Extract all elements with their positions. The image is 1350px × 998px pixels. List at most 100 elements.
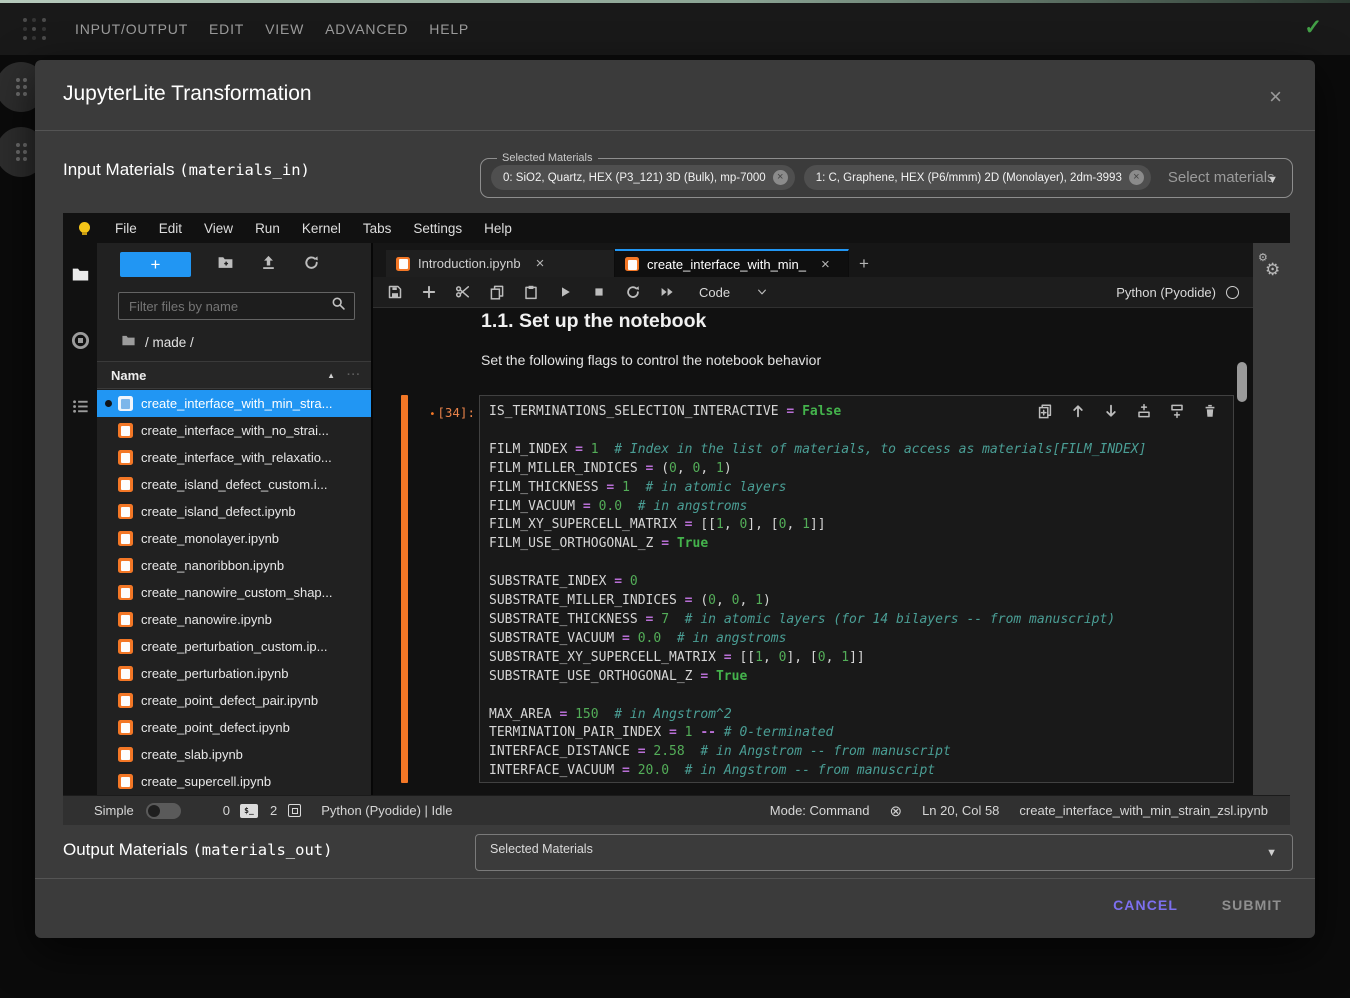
notebook-scrollbar[interactable] bbox=[1236, 310, 1248, 793]
scrollbar-thumb[interactable] bbox=[1237, 362, 1247, 402]
material-chip[interactable]: 0: SiO2, Quartz, HEX (P3_121) 3D (Bulk),… bbox=[491, 165, 795, 190]
menu-item[interactable]: File bbox=[104, 221, 148, 236]
menu-item[interactable]: Settings bbox=[402, 221, 473, 236]
app-logo-icon[interactable] bbox=[22, 17, 47, 42]
file-name: create_interface_with_min_stra... bbox=[141, 396, 332, 411]
file-browser-icon[interactable] bbox=[71, 265, 90, 289]
new-launcher-button[interactable]: + bbox=[120, 252, 191, 277]
dialog-close-icon[interactable]: × bbox=[1269, 86, 1282, 108]
menu-item[interactable]: ADVANCED bbox=[325, 21, 408, 37]
insert-cell-above-icon[interactable] bbox=[1136, 403, 1152, 419]
input-materials-label: Input Materials (materials_in) bbox=[63, 160, 310, 180]
file-list-item[interactable]: create_perturbation.ipynb bbox=[97, 660, 371, 687]
file-list-item[interactable]: create_interface_with_relaxatio... bbox=[97, 444, 371, 471]
file-list-item[interactable]: create_nanowire.ipynb bbox=[97, 606, 371, 633]
file-list-item[interactable]: create_nanoribbon.ipynb bbox=[97, 552, 371, 579]
file-list-item[interactable]: create_supercell.ipynb bbox=[97, 768, 371, 795]
stop-icon[interactable] bbox=[591, 284, 607, 300]
file-list-item[interactable]: create_slab.ipynb bbox=[97, 741, 371, 768]
run-icon[interactable] bbox=[557, 284, 573, 300]
file-list-item[interactable]: create_nanowire_custom_shap... bbox=[97, 579, 371, 606]
filter-files-text-input[interactable] bbox=[127, 298, 307, 315]
menu-item[interactable]: EDIT bbox=[209, 21, 244, 37]
duplicate-cell-icon[interactable] bbox=[1037, 403, 1053, 419]
kernels-count[interactable]: 2 bbox=[270, 803, 277, 818]
restart-kernel-icon[interactable] bbox=[625, 284, 641, 300]
dialog-title: JupyterLite Transformation bbox=[63, 82, 312, 106]
file-list-item[interactable]: create_monolayer.ipynb bbox=[97, 525, 371, 552]
menu-item[interactable]: View bbox=[193, 221, 244, 236]
file-list-item[interactable]: create_interface_with_no_strai... bbox=[97, 417, 371, 444]
move-cell-down-icon[interactable] bbox=[1103, 403, 1119, 419]
file-list-item[interactable]: create_perturbation_custom.ip... bbox=[97, 633, 371, 660]
save-icon[interactable] bbox=[387, 284, 403, 300]
input-materials-var: (materials_in) bbox=[179, 161, 310, 179]
selected-materials-field[interactable]: Selected Materials 0: SiO2, Quartz, HEX … bbox=[480, 152, 1293, 198]
move-cell-up-icon[interactable] bbox=[1070, 403, 1086, 419]
breadcrumb[interactable]: / made / bbox=[121, 333, 194, 351]
kernel-status-text[interactable]: Python (Pyodide) | Idle bbox=[321, 803, 452, 818]
file-list-item[interactable]: create_point_defect_pair.ipynb bbox=[97, 687, 371, 714]
tab-close-icon[interactable]: × bbox=[536, 255, 545, 272]
filter-files-input[interactable] bbox=[118, 292, 355, 320]
chevron-down-icon bbox=[756, 286, 768, 298]
menu-item[interactable]: INPUT/OUTPUT bbox=[75, 21, 188, 37]
terminal-icon: $_ bbox=[240, 804, 258, 818]
chip-delete-icon[interactable]: × bbox=[773, 170, 788, 185]
menu-item[interactable]: Help bbox=[473, 221, 523, 236]
file-list-item[interactable]: create_point_defect.ipynb bbox=[97, 714, 371, 741]
shield-x-icon[interactable]: ⊗ bbox=[890, 802, 903, 820]
kernel-selector[interactable]: Python (Pyodide) bbox=[1116, 285, 1239, 300]
success-check-icon[interactable]: ✓ bbox=[1304, 15, 1322, 40]
code-editor[interactable]: IS_TERMINATIONS_SELECTION_INTERACTIVE = … bbox=[479, 395, 1234, 783]
tab-create-interface[interactable]: create_interface_with_min_ × bbox=[615, 249, 849, 277]
select-materials-placeholder[interactable]: Select materials bbox=[1168, 169, 1275, 186]
menu-item[interactable]: Tabs bbox=[352, 221, 403, 236]
file-list-header[interactable]: Name ▲ ··· bbox=[97, 361, 371, 389]
upload-icon[interactable] bbox=[260, 254, 277, 276]
file-list-item[interactable]: create_island_defect_custom.i... bbox=[97, 471, 371, 498]
cell-type-dropdown[interactable]: Code bbox=[699, 285, 768, 300]
menu-item[interactable]: Edit bbox=[148, 221, 193, 236]
file-name: create_nanoribbon.ipynb bbox=[141, 558, 284, 573]
menu-item[interactable]: VIEW bbox=[265, 21, 304, 37]
menu-item[interactable]: Kernel bbox=[291, 221, 352, 236]
file-list-item[interactable]: create_interface_with_min_stra... bbox=[97, 390, 371, 417]
file-list-item[interactable]: create_island_defect.ipynb bbox=[97, 498, 371, 525]
file-name: create_perturbation_custom.ip... bbox=[141, 639, 327, 654]
cancel-button[interactable]: CANCEL bbox=[1107, 896, 1184, 914]
chip-delete-icon[interactable]: × bbox=[1129, 170, 1144, 185]
materials-dropdown-arrow-icon[interactable]: ▼ bbox=[1267, 174, 1278, 186]
notebook-file-icon bbox=[118, 531, 133, 546]
menu-item[interactable]: HELP bbox=[429, 21, 469, 37]
output-materials-dropdown[interactable]: Selected Materials ▼ bbox=[475, 834, 1293, 871]
terminals-count[interactable]: 0 bbox=[223, 803, 230, 818]
editor-mode[interactable]: Mode: Command bbox=[770, 803, 870, 818]
simple-mode-toggle[interactable] bbox=[146, 803, 181, 819]
running-kernels-icon[interactable] bbox=[71, 331, 90, 355]
tab-close-icon[interactable]: × bbox=[821, 256, 830, 273]
cursor-position[interactable]: Ln 20, Col 58 bbox=[922, 803, 999, 818]
cut-icon[interactable] bbox=[455, 284, 471, 300]
settings-gears-icon[interactable]: ⚙ ⚙ bbox=[1255, 251, 1289, 285]
new-folder-icon[interactable] bbox=[217, 254, 234, 276]
kernel-chip-icon bbox=[288, 804, 301, 817]
material-chip[interactable]: 1: C, Graphene, HEX (P6/mmm) 2D (Monolay… bbox=[804, 165, 1151, 190]
copy-icon[interactable] bbox=[489, 284, 505, 300]
insert-cell-below-icon[interactable] bbox=[1169, 403, 1185, 419]
run-all-icon[interactable] bbox=[659, 284, 675, 300]
tab-introduction[interactable]: Introduction.ipynb × bbox=[386, 250, 615, 277]
paste-icon[interactable] bbox=[523, 284, 539, 300]
divider bbox=[35, 878, 1315, 879]
delete-cell-icon[interactable] bbox=[1202, 403, 1218, 419]
submit-button[interactable]: SUBMIT bbox=[1216, 896, 1288, 914]
table-of-contents-icon[interactable] bbox=[71, 397, 90, 421]
refresh-icon[interactable] bbox=[303, 254, 320, 276]
notebook-file-icon bbox=[118, 477, 133, 492]
add-cell-icon[interactable] bbox=[421, 284, 437, 300]
new-tab-button[interactable]: + bbox=[849, 250, 879, 277]
cell-collapser[interactable] bbox=[401, 395, 408, 783]
notebook-file-icon bbox=[625, 257, 639, 271]
menu-item[interactable]: Run bbox=[244, 221, 291, 236]
jupyterlite-bulb-icon[interactable] bbox=[79, 222, 90, 233]
